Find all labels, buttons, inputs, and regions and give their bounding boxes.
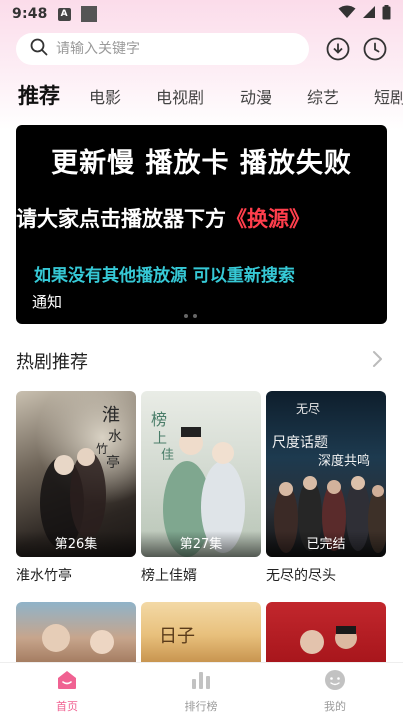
tab-short-drama[interactable]: 短剧: [374, 84, 403, 108]
banner-instruction-text: 请大家点击播放器下方: [16, 207, 226, 231]
category-tabs: 推荐 电影 电视剧 动漫 综艺 短剧: [0, 78, 403, 112]
nav-ranking[interactable]: 排行榜: [161, 669, 241, 714]
poster-image: 无尽 尺度话题 深度共鸣 已完结: [266, 391, 386, 557]
svg-text:无尽: 无尽: [296, 402, 320, 416]
nav-profile[interactable]: 我的: [295, 669, 375, 714]
banner-pagination: [184, 314, 197, 318]
poster-artwork: [300, 626, 357, 654]
poster-image[interactable]: [266, 602, 386, 662]
episode-badge: 第27集: [141, 531, 261, 557]
tab-movies[interactable]: 电影: [89, 84, 121, 108]
battery-icon: [382, 4, 391, 24]
home-icon: [56, 669, 78, 695]
svg-text:尺度话题: 尺度话题: [272, 435, 328, 451]
nav-home[interactable]: 首页: [27, 669, 107, 714]
card-title: 榜上佳婿: [141, 568, 197, 584]
drama-card[interactable]: 淮 水 竹 亭 第26集 淮水竹亭: [16, 391, 136, 585]
history-clock-icon[interactable]: [362, 36, 388, 62]
svg-text:深度共鸣: 深度共鸣: [318, 453, 370, 469]
nav-label: 我的: [324, 700, 346, 713]
banner-hint: 如果没有其他播放源 可以重新搜索: [34, 266, 295, 286]
search-icon: [30, 38, 48, 60]
svg-text:淮: 淮: [102, 405, 120, 426]
status-badge: 已完结: [266, 531, 386, 557]
notification-square-icon: [80, 6, 97, 22]
search-input[interactable]: [56, 41, 276, 57]
svg-text:佳: 佳: [161, 448, 174, 463]
svg-text:榜: 榜: [151, 410, 167, 429]
svg-text:亭: 亭: [106, 454, 120, 471]
banner-instruction: 请大家点击播放器下方《换源》: [16, 203, 387, 233]
poster-artwork: [42, 624, 114, 654]
search-row: [16, 32, 388, 66]
nav-label: 排行榜: [184, 700, 218, 713]
drama-card[interactable]: 榜 上 佳 第27集 榜上佳婿: [141, 391, 261, 585]
tab-recommend[interactable]: 推荐: [18, 80, 60, 110]
search-box[interactable]: [16, 33, 309, 65]
card-title: 淮水竹亭: [16, 568, 72, 584]
status-bar: 9:48 A: [0, 0, 403, 28]
card-title: 无尽的尽头: [266, 568, 336, 584]
banner-dot: [193, 314, 197, 318]
svg-text:竹: 竹: [96, 442, 108, 456]
svg-text:上: 上: [153, 431, 167, 447]
download-icon[interactable]: [325, 36, 351, 62]
episode-badge: 第26集: [16, 531, 136, 557]
notice-banner[interactable]: 更新慢 播放卡 播放失败 请大家点击播放器下方《换源》 如果没有其他播放源 可以…: [16, 125, 387, 324]
poster-artwork: 日子: [159, 626, 195, 647]
tab-variety[interactable]: 综艺: [307, 84, 339, 108]
bar-chart-icon: [190, 669, 212, 695]
notification-a-icon: A: [57, 7, 71, 21]
poster-image: 榜 上 佳 第27集: [141, 391, 261, 557]
poster-image[interactable]: [16, 602, 136, 662]
signal-icon: [362, 5, 376, 23]
poster-image[interactable]: 日子: [141, 602, 261, 662]
nav-label: 首页: [56, 700, 78, 713]
profile-face-icon: [324, 669, 346, 695]
svg-text:日子: 日子: [159, 626, 195, 647]
drama-card[interactable]: 无尽 尺度话题 深度共鸣 已完结 无尽的尽头: [266, 391, 386, 585]
banner-dot: [184, 314, 188, 318]
status-time: 9:48: [12, 6, 48, 22]
banner-switch-source-highlight: 《换源》: [226, 207, 310, 231]
tab-anime[interactable]: 动漫: [240, 84, 272, 108]
bottom-navigation: 首页 排行榜 我的: [0, 662, 403, 718]
poster-image: 淮 水 竹 亭 第26集: [16, 391, 136, 557]
banner-headline: 更新慢 播放卡 播放失败: [51, 148, 352, 179]
banner-notice-label: 通知: [32, 293, 63, 311]
chevron-right-icon[interactable]: [370, 350, 384, 372]
tab-tv-series[interactable]: 电视剧: [156, 84, 204, 108]
svg-text:水: 水: [108, 429, 122, 445]
section-title: 热剧推荐: [16, 352, 88, 373]
wifi-icon: [338, 5, 356, 23]
